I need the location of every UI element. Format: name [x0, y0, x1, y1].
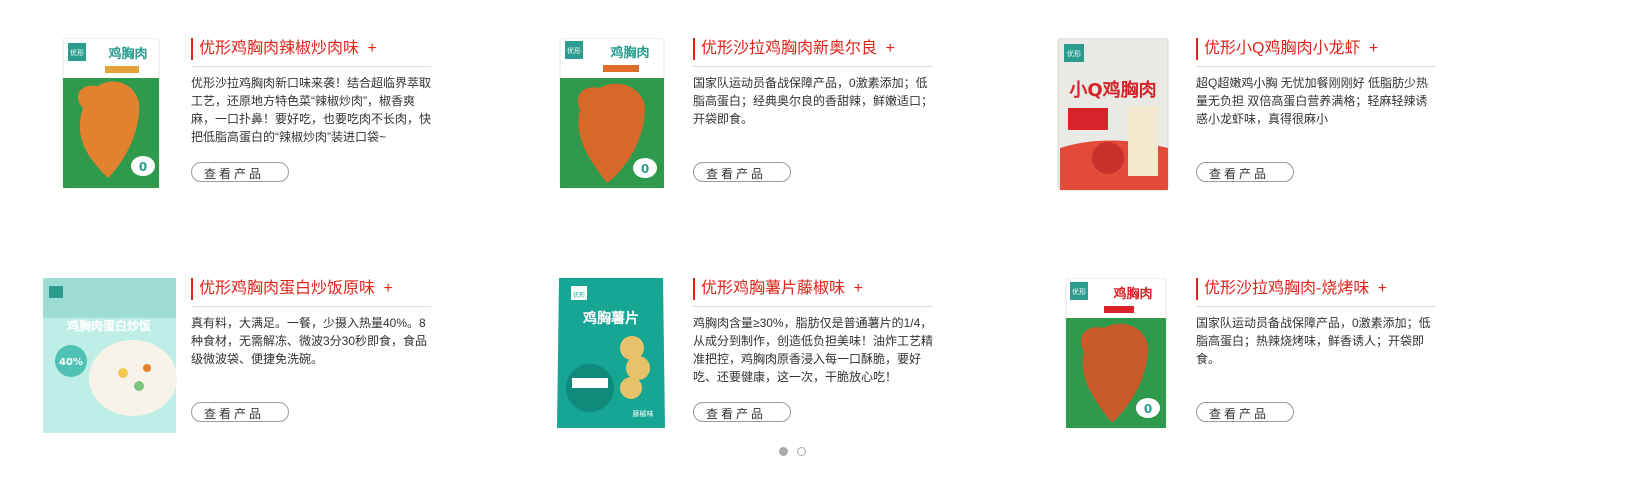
- svg-text:40%: 40%: [59, 357, 83, 368]
- product-image[interactable]: 优形 鸡胸薯片 藤椒味: [545, 278, 685, 438]
- svg-text:优形: 优形: [573, 291, 585, 299]
- product-title-text[interactable]: 优形鸡胸肉蛋白炒饭原味: [199, 280, 375, 297]
- title-divider: [693, 66, 933, 67]
- product-image[interactable]: 优形 小Q鸡胸肉: [1048, 38, 1188, 198]
- product-description: 鸡胸肉含量≥30%，脂肪仅是普通薯片的1/4，从成分到制作，创造低负担美味！油炸…: [693, 316, 934, 384]
- product-card: 优形 鸡胸肉 0 优形沙拉鸡胸肉-烧烤味 + 国家队运动员备战保障产品，0激素添…: [1048, 278, 1468, 448]
- view-product-button[interactable]: 查看产品: [693, 162, 791, 182]
- view-product-button[interactable]: 查看产品: [191, 162, 289, 182]
- product-title-text[interactable]: 优形鸡胸肉辣椒炒肉味: [199, 40, 359, 57]
- svg-text:0: 0: [641, 162, 649, 176]
- svg-text:小Q鸡胸肉: 小Q鸡胸肉: [1069, 79, 1156, 101]
- svg-text:优形: 优形: [567, 46, 581, 55]
- svg-text:0: 0: [1144, 402, 1152, 416]
- plus-icon[interactable]: +: [1378, 280, 1387, 297]
- plus-icon[interactable]: +: [853, 280, 862, 297]
- product-title[interactable]: 优形小Q鸡胸肉小龙虾 +: [1196, 38, 1444, 60]
- svg-text:优形: 优形: [1072, 287, 1086, 296]
- view-product-button[interactable]: 查看产品: [1196, 162, 1294, 182]
- svg-text:鸡胸肉: 鸡胸肉: [107, 46, 147, 62]
- svg-text:优形: 优形: [1067, 49, 1081, 58]
- plus-icon[interactable]: +: [885, 40, 894, 57]
- plus-icon[interactable]: +: [383, 280, 392, 297]
- product-image[interactable]: 优形 鸡胸肉 0: [1048, 278, 1188, 438]
- product-description: 真有料，大满足。一餐，少摄入热量40%。8种食材，无需解冻、微波3分30秒即食，…: [191, 316, 428, 366]
- product-image[interactable]: 优形 鸡胸肉 0: [43, 38, 183, 198]
- plus-icon[interactable]: +: [367, 40, 376, 57]
- product-title-text[interactable]: 优形小Q鸡胸肉小龙虾: [1204, 40, 1360, 57]
- product-description: 优形沙拉鸡胸肉新口味来袭！结合超临界萃取工艺，还原地方特色菜“辣椒炒肉”，椒香爽…: [191, 76, 432, 144]
- product-card: 优形 鸡胸薯片 藤椒味 优形鸡胸薯片藤椒味 + 鸡胸肉含量≥30%，脂肪仅是普通…: [545, 278, 965, 448]
- title-divider: [1196, 306, 1436, 307]
- product-title[interactable]: 优形沙拉鸡胸肉新奥尔良 +: [693, 38, 941, 60]
- svg-text:鸡胸肉: 鸡胸肉: [1112, 286, 1152, 302]
- product-description: 国家队运动员备战保障产品，0激素添加；低脂高蛋白；热辣烧烤味，鲜香诱人；开袋即食…: [1196, 316, 1431, 366]
- product-title[interactable]: 优形沙拉鸡胸肉-烧烤味 +: [1196, 278, 1444, 300]
- product-title-text[interactable]: 优形沙拉鸡胸肉新奥尔良: [701, 40, 877, 57]
- svg-text:0: 0: [139, 160, 147, 174]
- product-description: 国家队运动员备战保障产品，0激素添加；低脂高蛋白；经典奥尔良的香甜辣，鲜嫩适口；…: [693, 76, 934, 126]
- svg-text:优形: 优形: [70, 48, 84, 57]
- product-title[interactable]: 优形鸡胸薯片藤椒味 +: [693, 278, 941, 300]
- pager-dot-active[interactable]: [779, 447, 788, 456]
- product-description: 超Q超嫩鸡小胸 无忧加餐刚刚好 低脂肪少热量无负担 双倍高蛋白营养满格；轻麻轻辣…: [1196, 76, 1429, 126]
- title-divider: [191, 306, 431, 307]
- product-title-text[interactable]: 优形沙拉鸡胸肉-烧烤味: [1204, 280, 1369, 297]
- title-divider: [1196, 66, 1436, 67]
- svg-text:鸡胸肉: 鸡胸肉: [609, 45, 649, 61]
- product-card: 优形 鸡胸肉 0 优形沙拉鸡胸肉新奥尔良 + 国家队运动员备战保障产品，0激素添…: [545, 38, 965, 208]
- pager-dot[interactable]: [797, 447, 806, 456]
- svg-text:鸡胸肉蛋白炒饭: 鸡胸肉蛋白炒饭: [66, 318, 151, 333]
- view-product-button[interactable]: 查看产品: [1196, 402, 1294, 422]
- product-image[interactable]: 优形 鸡胸肉 0: [545, 38, 685, 198]
- title-divider: [191, 66, 431, 67]
- product-card: 鸡胸肉蛋白炒饭 40% 优形鸡胸肉蛋白炒饭原味 + 真有料，大满足。一餐，少摄入…: [43, 278, 463, 448]
- view-product-button[interactable]: 查看产品: [693, 402, 791, 422]
- svg-text:藤椒味: 藤椒味: [633, 409, 654, 418]
- carousel-pager: [779, 447, 806, 456]
- svg-text:鸡胸薯片: 鸡胸薯片: [582, 310, 639, 327]
- title-divider: [693, 306, 933, 307]
- product-image[interactable]: 鸡胸肉蛋白炒饭 40%: [43, 278, 183, 438]
- product-card: 优形 小Q鸡胸肉 优形小Q鸡胸肉小龙虾 + 超Q超嫩鸡小胸 无忧加餐刚刚好 低脂…: [1048, 38, 1468, 208]
- plus-icon[interactable]: +: [1369, 40, 1378, 57]
- product-title[interactable]: 优形鸡胸肉辣椒炒肉味 +: [191, 38, 439, 60]
- product-card: 优形 鸡胸肉 0 优形鸡胸肉辣椒炒肉味 + 优形沙拉鸡胸肉新口味来袭！结合超临界…: [43, 38, 463, 208]
- view-product-button[interactable]: 查看产品: [191, 402, 289, 422]
- product-title[interactable]: 优形鸡胸肉蛋白炒饭原味 +: [191, 278, 439, 300]
- product-title-text[interactable]: 优形鸡胸薯片藤椒味: [701, 280, 845, 297]
